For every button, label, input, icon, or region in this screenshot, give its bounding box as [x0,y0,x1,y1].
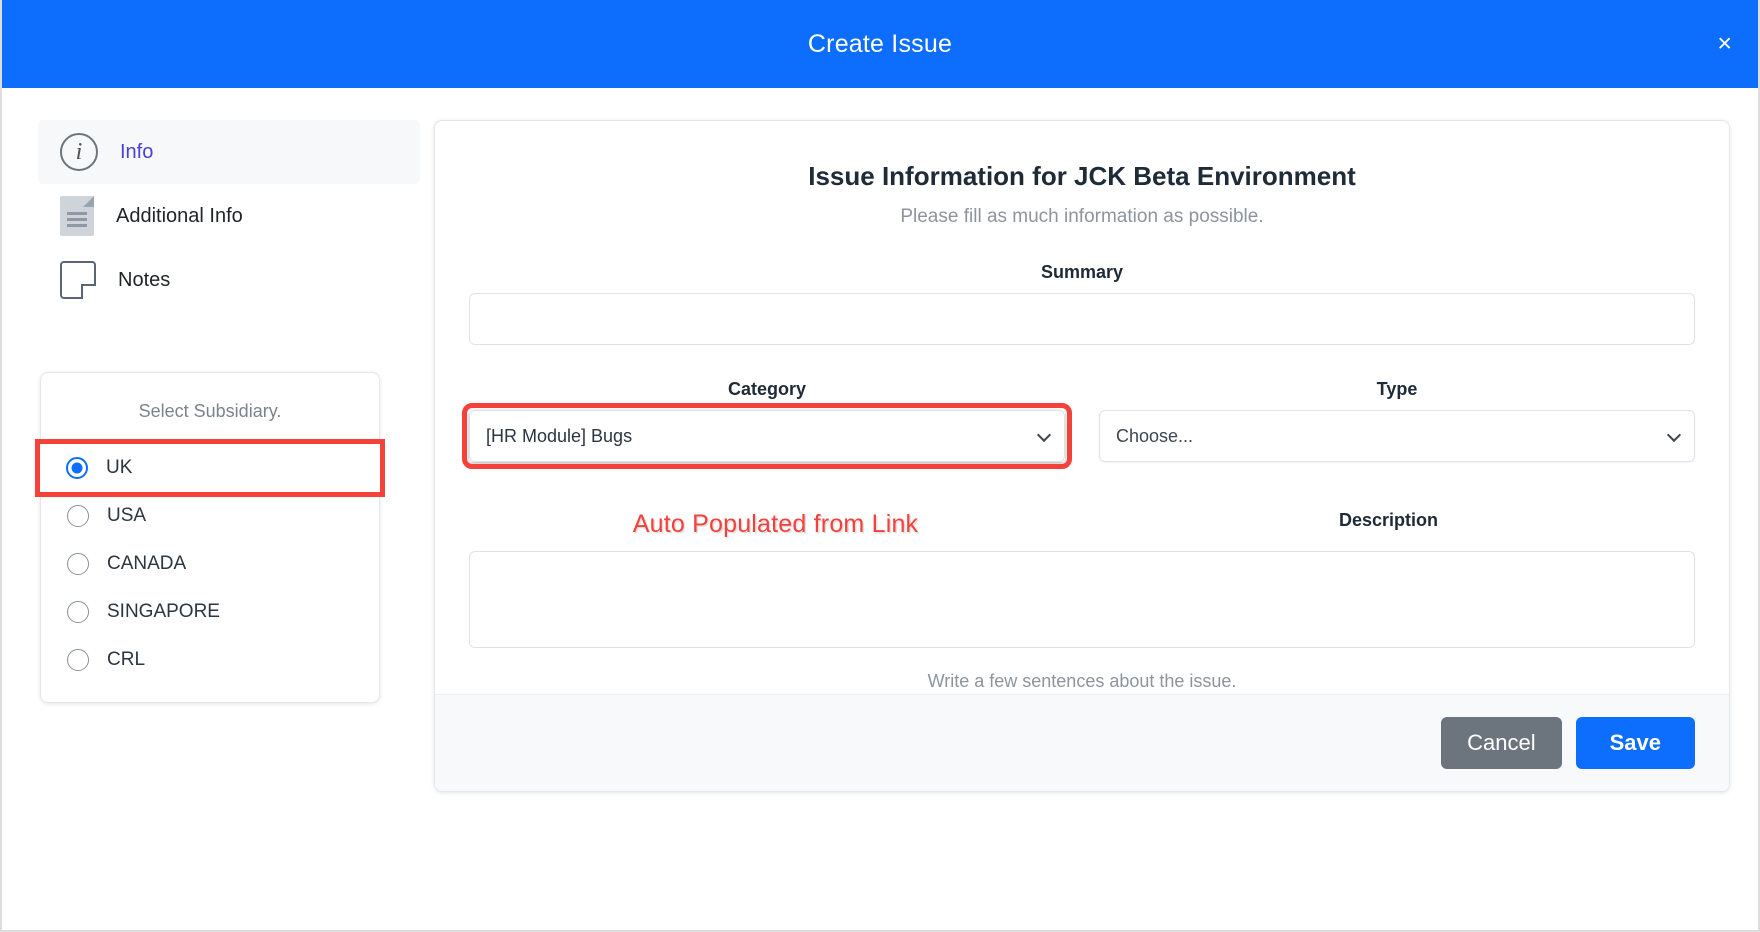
modal-title-bar: Create Issue × [2,0,1758,88]
radio-icon-crl[interactable] [67,649,89,671]
sidebar-item-info-label: Info [120,140,154,163]
sidebar-item-notes[interactable]: Notes [38,248,420,312]
document-icon [60,196,94,236]
sidebar-item-info[interactable]: i Info [38,120,420,184]
save-button[interactable]: Save [1575,717,1695,769]
form-subtitle: Please fill as much information as possi… [900,206,1264,227]
modal-title: Create Issue [807,29,953,58]
description-label-wrapper: Description [1082,510,1695,541]
category-label: Category [727,379,807,399]
issue-form-body: Issue Information for JCK Beta Environme… [435,121,1729,694]
summary-field-group: Summary [469,262,1695,345]
radio-option-crl[interactable]: CRL [41,636,379,684]
issue-form-panel: Issue Information for JCK Beta Environme… [434,120,1730,792]
form-title: Issue Information for JCK Beta Environme… [808,161,1356,191]
type-label: Type [1376,379,1418,399]
sidebar-item-notes-label: Notes [118,268,171,291]
type-select[interactable]: Choose... [1099,410,1695,462]
cancel-button[interactable]: Cancel [1441,717,1562,769]
radio-icon-singapore[interactable] [67,601,89,623]
radio-icon-canada[interactable] [67,553,89,575]
modal-body: i Info Additional Info Notes Select Subs… [2,88,1758,932]
form-footer: Cancel Save [435,694,1729,791]
radio-label-usa: USA [107,505,147,526]
auto-populated-annotation: Auto Populated from Link [632,510,919,538]
type-select-wrapper: Choose... [1099,410,1695,462]
sidebar-item-additional-info[interactable]: Additional Info [38,184,420,248]
category-type-row: Category [HR Module] Bugs Type Choose... [462,379,1695,469]
category-select[interactable]: [HR Module] Bugs [469,410,1065,462]
sidebar: i Info Additional Info Notes Select Subs… [26,120,420,932]
summary-input[interactable] [469,293,1695,345]
category-field-group: Category [HR Module] Bugs [462,379,1072,469]
subsidiary-card: Select Subsidiary. UK USA CANADA SINGAPO… [35,372,385,703]
radio-label-crl: CRL [107,649,146,670]
type-field-group: Type Choose... [1099,379,1695,462]
radio-label-uk: UK [106,457,133,478]
description-textarea[interactable] [469,551,1695,648]
sidebar-item-additional-info-label: Additional Info [116,204,243,227]
radio-icon-uk[interactable] [66,457,88,479]
radio-option-canada[interactable]: CANADA [41,540,379,588]
description-field-group: Write a few sentences about the issue. [469,551,1695,692]
create-issue-modal: Create Issue × i Info Additional Info No… [0,0,1760,932]
description-help-text: Write a few sentences about the issue. [927,671,1237,691]
category-select-wrapper: [HR Module] Bugs [462,403,1072,469]
note-icon [60,261,96,299]
description-label: Description [1338,510,1439,530]
close-icon[interactable]: × [1717,31,1732,57]
radio-option-singapore[interactable]: SINGAPORE [41,588,379,636]
sidebar-nav: i Info Additional Info Notes [38,120,420,312]
description-header-row: Auto Populated from Link Description [469,510,1695,541]
subsidiary-title: Select Subsidiary. [138,401,282,421]
radio-label-canada: CANADA [107,553,187,574]
radio-label-singapore: SINGAPORE [107,601,220,622]
info-circle-icon: i [60,133,98,171]
radio-option-uk[interactable]: UK [35,439,385,497]
radio-icon-usa[interactable] [67,505,89,527]
summary-label: Summary [1040,262,1124,282]
radio-option-usa[interactable]: USA [41,492,379,540]
